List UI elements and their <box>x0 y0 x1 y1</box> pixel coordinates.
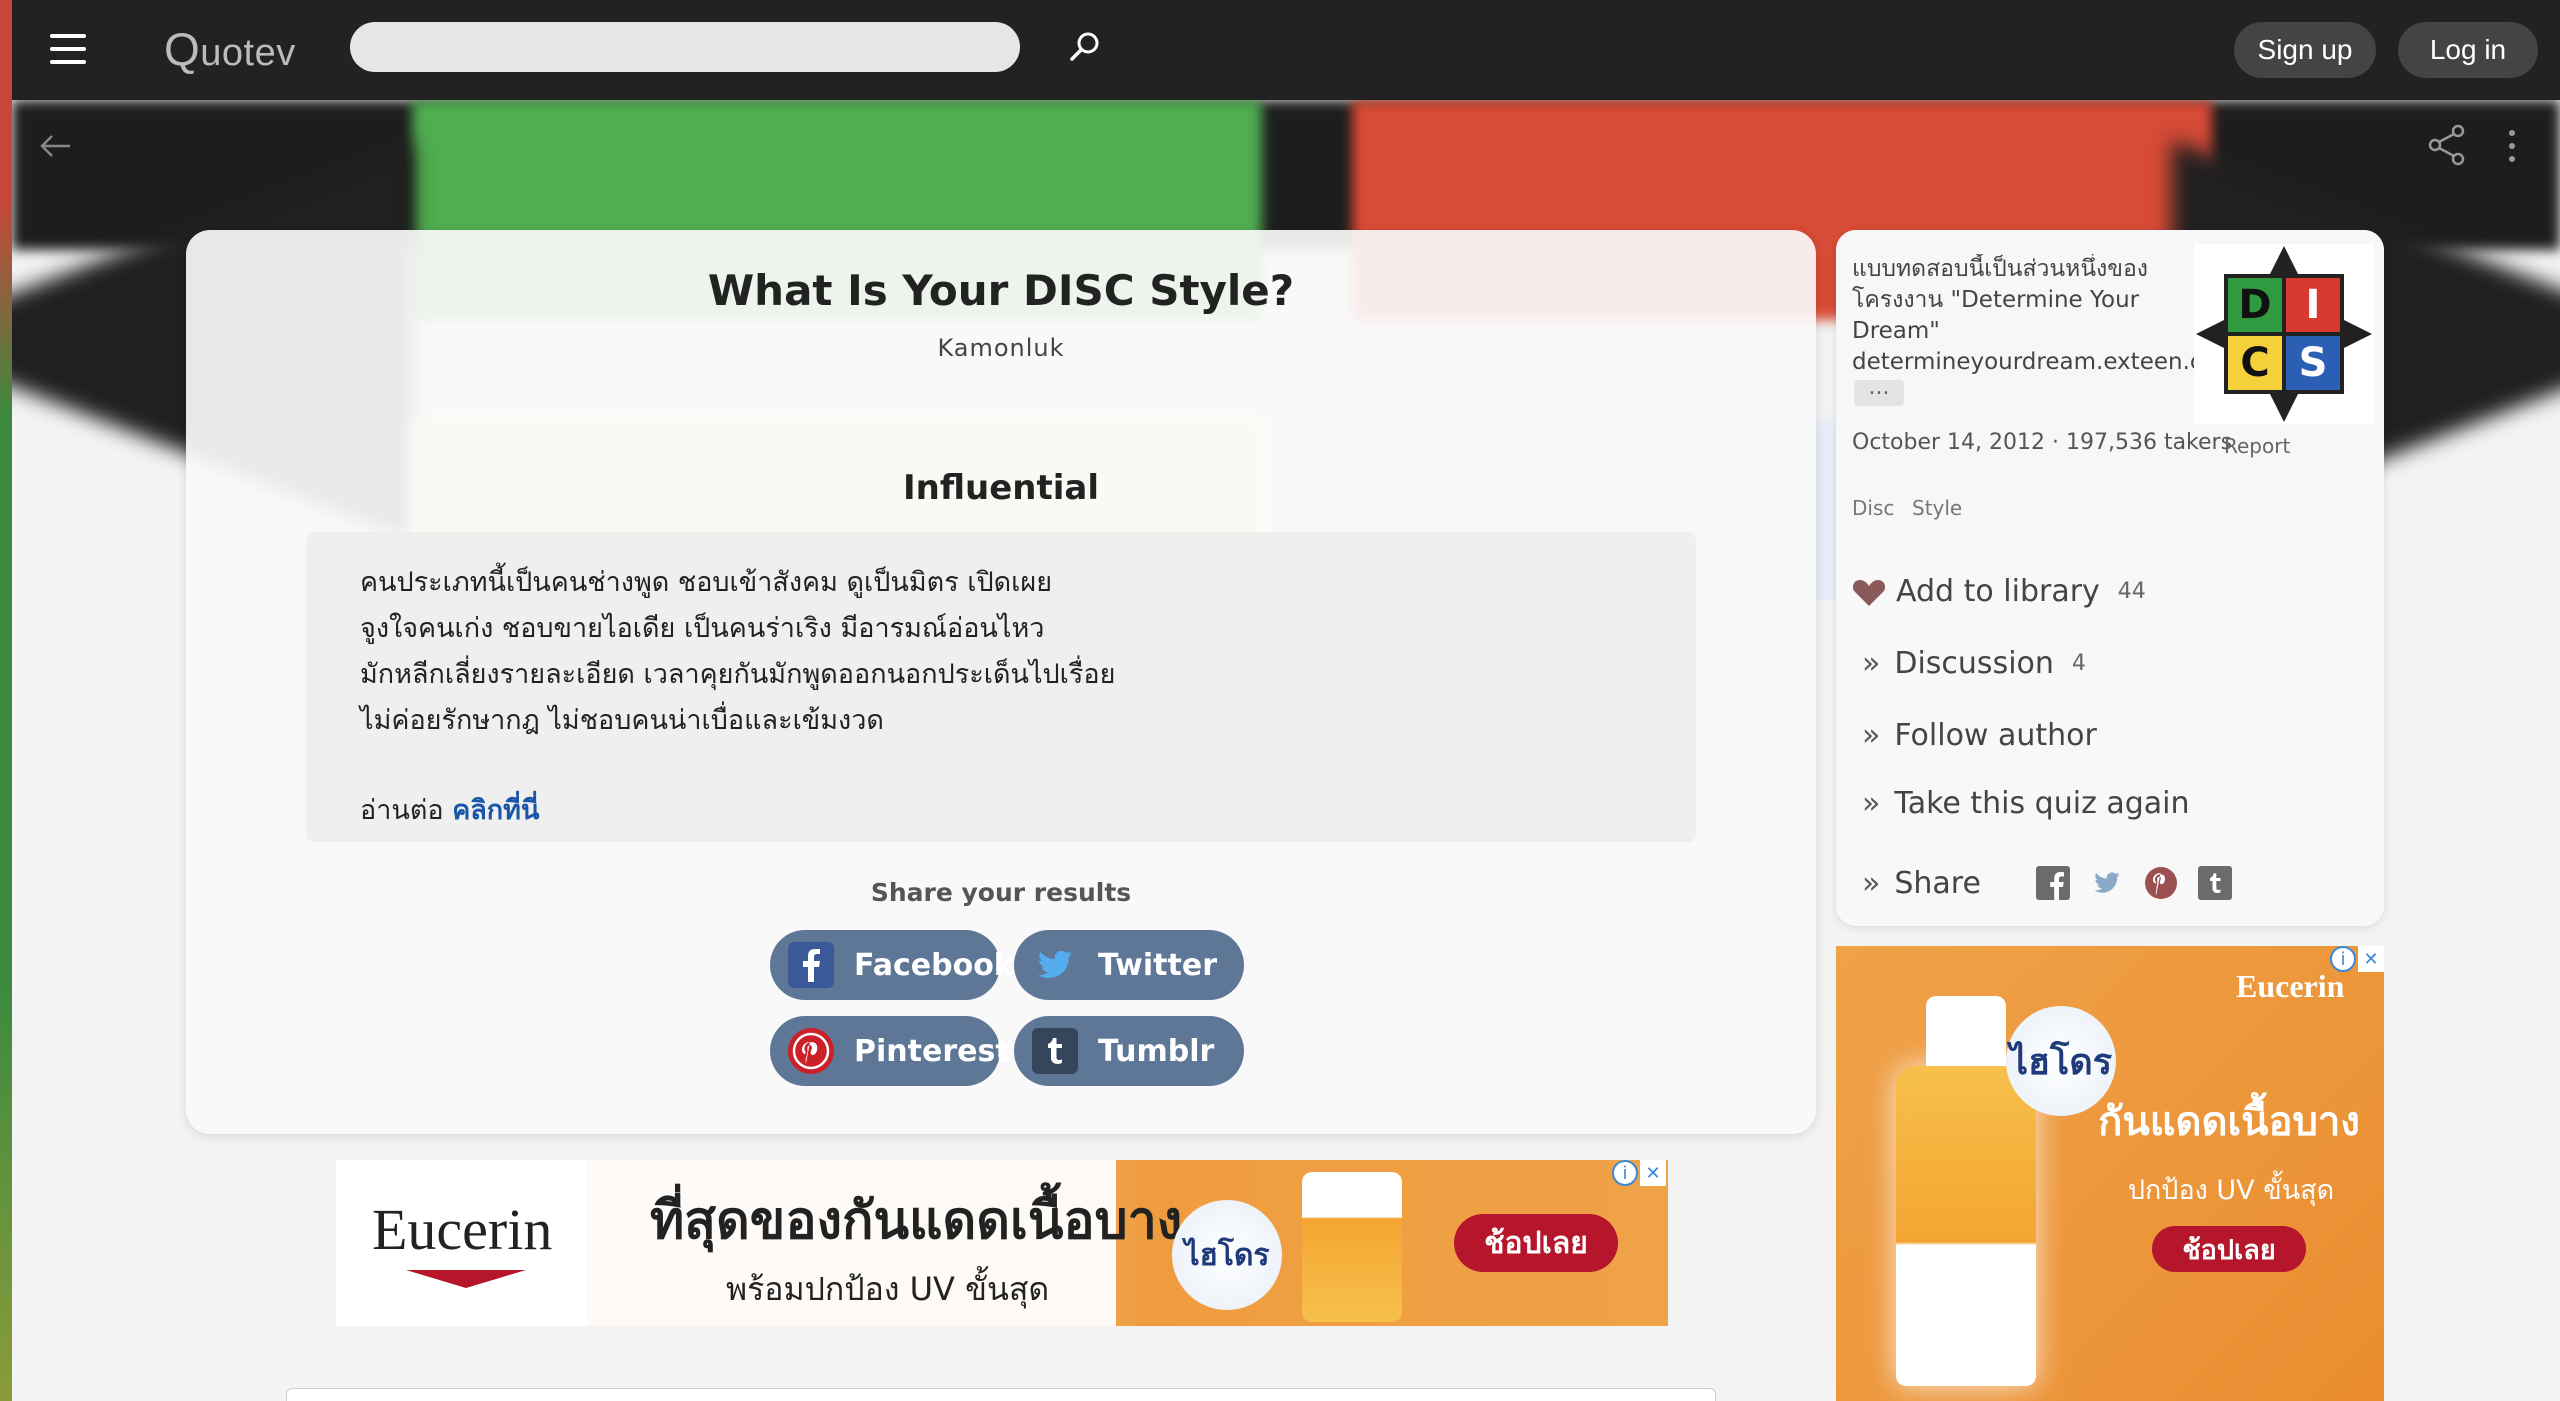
share-icon[interactable] <box>2428 124 2466 166</box>
twitter-icon <box>1032 942 1078 988</box>
ad-product-image <box>1302 1172 1402 1322</box>
pinterest-icon[interactable] <box>2144 866 2178 900</box>
disc-letter-d: D <box>2238 282 2271 328</box>
banner-advertisement[interactable]: Eucerin ที่สุดของกันแดดเนื้อบาง พร้อมปกป… <box>336 1160 1668 1326</box>
heart-icon <box>1852 579 1886 606</box>
ad-product-cap <box>1926 996 2006 1076</box>
library-count: 44 <box>2117 579 2146 604</box>
result-line: คนประเภทนี้เป็นคนช่างพูด ชอบเข้าสังคม ดู… <box>360 567 1053 598</box>
back-arrow-icon[interactable] <box>38 128 74 164</box>
share-icon-row <box>2036 866 2232 900</box>
result-line: ไม่ค่อยรักษากฎ ไม่ชอบคนน่าเบื่อและเข้มงว… <box>360 705 884 736</box>
sign-up-button[interactable]: Sign up <box>2234 22 2376 78</box>
ad-info-icon[interactable]: i <box>1612 1160 1638 1186</box>
quiz-title: What Is Your DISC Style? <box>707 266 1295 315</box>
result-line: มักหลีกเลี่ยงรายละเอียด เวลาคุยกันมักพูด… <box>360 659 1116 690</box>
site-logo[interactable]: Quotev <box>164 22 296 76</box>
chevron-right-icon: » <box>1862 646 1881 681</box>
share-pinterest-button[interactable]: Pinterest <box>770 1016 1010 1086</box>
quiz-result-card: What Is Your DISC Style? Kamonluk Influe… <box>186 230 1816 1134</box>
share-facebook-button[interactable]: Facebook <box>770 930 1014 1000</box>
menu-icon[interactable] <box>50 34 86 64</box>
expand-description-button[interactable]: ... <box>1854 377 1904 406</box>
twitter-icon[interactable] <box>2090 866 2124 900</box>
share-results-label: Share your results <box>870 878 1132 907</box>
tumblr-icon[interactable] <box>2198 866 2232 900</box>
disc-quiz-thumbnail[interactable]: D I C S <box>2194 244 2374 424</box>
result-description: คนประเภทนี้เป็นคนช่างพูด ชอบเข้าสังคม ดู… <box>306 532 1696 842</box>
discussion-count: 4 <box>2071 651 2086 676</box>
ad-subline: พร้อมปกป้อง UV ขั้นสุด <box>726 1270 1050 1308</box>
report-link[interactable]: Report <box>2224 434 2290 458</box>
ad-brand: Eucerin <box>372 1197 553 1262</box>
ad-info-icon[interactable]: i <box>2330 946 2356 972</box>
next-section-card <box>286 1388 1716 1401</box>
follow-author-link[interactable]: » Follow author <box>1862 718 2097 753</box>
facebook-icon[interactable] <box>2036 866 2070 900</box>
share-tumblr-button[interactable]: Tumblr <box>1014 1016 1244 1086</box>
window-edge <box>0 0 12 1401</box>
take-quiz-again-link[interactable]: » Take this quiz again <box>1862 786 2190 821</box>
tag-disc[interactable]: Disc <box>1852 496 1894 520</box>
ad-cloud-badge: ไฮโดร <box>1172 1200 1282 1310</box>
quiz-description: แบบทดสอบนี้เป็นส่วนหนึ่งของ โครงงาน "Det… <box>1852 256 2203 375</box>
ad-headline: กันแดดเนื้อบาง <box>2098 1099 2360 1145</box>
result-line: จูงใจคนเก่ง ชอบขายไอเดีย เป็นคนร่าเริง ม… <box>360 613 1045 644</box>
ad-close-icon[interactable]: ✕ <box>2358 946 2384 972</box>
disc-letter-s: S <box>2299 340 2328 386</box>
ad-subline: ปกป้อง UV ขั้นสุด <box>2127 1175 2335 1206</box>
ad-shop-button[interactable]: ช้อปเลย <box>2152 1226 2306 1272</box>
quiz-author[interactable]: Kamonluk <box>186 334 1816 362</box>
ad-brand-swoosh <box>406 1270 526 1288</box>
ad-product-image <box>1896 1066 2036 1386</box>
pinterest-icon <box>788 1028 834 1074</box>
discussion-link[interactable]: » Discussion 4 <box>1862 646 2086 681</box>
tumblr-icon <box>1032 1028 1078 1074</box>
add-to-library-button[interactable]: Add to library 44 <box>1852 574 2146 609</box>
ad-headline: ที่สุดของกันแดดเนื้อบาง <box>650 1191 1183 1251</box>
read-more: อ่านต่อ คลิกที่นี่ <box>360 795 540 826</box>
ad-close-icon[interactable]: ✕ <box>1640 1160 1666 1186</box>
log-in-button[interactable]: Log in <box>2398 22 2538 78</box>
facebook-icon <box>788 942 834 988</box>
result-title: Influential <box>902 468 1100 508</box>
sidebar-advertisement[interactable]: Eucerin ไฮโดร กันแดดเนื้อบาง ปกป้อง UV ข… <box>1836 946 2384 1401</box>
more-options-icon[interactable] <box>2506 128 2518 164</box>
tag-style[interactable]: Style <box>1912 496 1962 520</box>
quiz-meta: October 14, 2012 · 197,536 takers <box>1852 430 2233 455</box>
disc-letter-i: I <box>2306 282 2321 328</box>
chevron-right-icon: » <box>1862 718 1881 753</box>
top-navbar: Quotev Sign up Log in <box>12 0 2560 100</box>
disc-letter-c: C <box>2240 340 2269 386</box>
chevron-right-icon: » <box>1862 866 1881 901</box>
ad-shop-button[interactable]: ช้อปเลย <box>1454 1214 1618 1272</box>
quiz-info-panel: แบบทดสอบนี้เป็นส่วนหนึ่งของ โครงงาน "Det… <box>1836 230 2384 926</box>
search-icon[interactable] <box>1068 30 1102 64</box>
search-input[interactable] <box>350 22 1020 72</box>
read-more-link[interactable]: คลิกที่นี่ <box>452 795 539 826</box>
share-link[interactable]: » Share <box>1862 866 1981 901</box>
share-twitter-button[interactable]: Twitter <box>1014 930 1244 1000</box>
chevron-right-icon: » <box>1862 786 1881 821</box>
ad-brand: Eucerin <box>2236 968 2345 1004</box>
